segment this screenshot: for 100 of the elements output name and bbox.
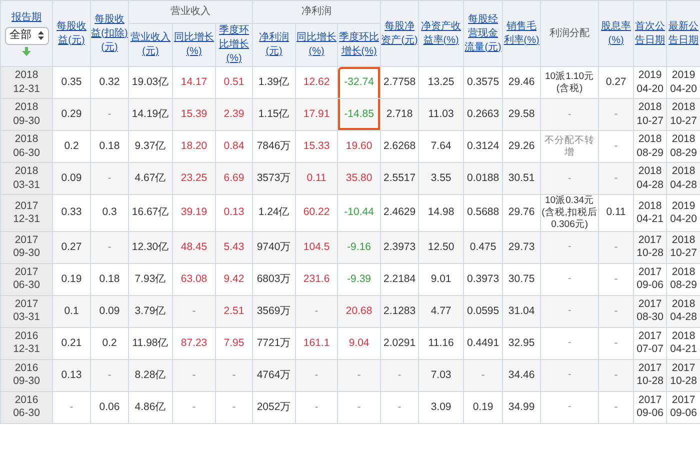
table-cell: 14.17 <box>172 66 216 98</box>
table-cell: 0.06 <box>90 391 128 424</box>
table-cell: 32.95 <box>502 327 541 360</box>
column-header[interactable]: 每股经营现金流量(元) <box>464 0 503 66</box>
table-cell: 0.13 <box>216 194 253 232</box>
table-cell: 0.51 <box>216 66 253 98</box>
column-header[interactable]: 每股净资产(元) <box>380 0 419 66</box>
table-cell: 0.33 <box>52 194 90 232</box>
table-cell: 2017 09-06 <box>666 391 700 424</box>
table-cell: - <box>598 327 634 360</box>
table-cell: 18.20 <box>172 130 216 162</box>
period-dropdown[interactable]: 全部 <box>4 27 48 45</box>
table-cell: 2018 10-27 <box>634 98 667 130</box>
column-header[interactable]: 股息率(%) <box>598 0 634 66</box>
table-cell: - <box>540 359 599 392</box>
table-cell: 3569万 <box>252 295 296 328</box>
column-header[interactable]: 净资产收益率(%) <box>418 0 464 66</box>
table-cell: - <box>90 162 128 194</box>
table-cell: 2.5517 <box>380 162 419 194</box>
column-header[interactable]: 每股收益(扣除)(元) <box>90 0 128 66</box>
table-cell: 4.86亿 <box>128 391 172 424</box>
table-cell: 0.13 <box>52 359 90 392</box>
table-cell: 2017 10-28 <box>634 231 667 264</box>
table-cell: - <box>380 391 419 424</box>
table-cell: 0.1 <box>52 295 90 328</box>
table-cell: 0.09 <box>90 295 128 328</box>
table-cell: 0.11 <box>296 162 338 194</box>
table-cell: 2018 08-29 <box>666 130 700 162</box>
sort-down-arrow-icon[interactable] <box>22 46 31 56</box>
table-cell: 39.19 <box>172 194 216 232</box>
period-sort-link[interactable]: 报告期 <box>12 11 42 26</box>
table-cell: 0.27 <box>598 66 634 98</box>
table-cell: 19.03亿 <box>128 66 172 98</box>
column-header[interactable]: 季度环比增长(%) <box>338 24 381 66</box>
table-cell: 11.03 <box>418 98 464 130</box>
table-cell: 2018 04-28 <box>666 295 700 328</box>
column-header[interactable]: 净利润(元) <box>252 24 296 66</box>
column-header[interactable]: 首次公告日期 <box>634 0 667 66</box>
table-cell: 2.0291 <box>380 327 419 360</box>
table-cell: 2019 04-20 <box>666 194 700 232</box>
table-cell: - <box>52 391 90 424</box>
table-cell: 2.39 <box>216 98 253 130</box>
table-cell: 1.39亿 <box>252 66 296 98</box>
table-cell: 9740万 <box>252 231 296 264</box>
table-cell: - <box>598 263 634 296</box>
column-header[interactable]: 销售毛利率(%) <box>502 0 541 66</box>
table-cell: 2018 10-27 <box>666 231 700 264</box>
table-cell: 2.4629 <box>380 194 419 232</box>
table-cell: - <box>598 231 634 264</box>
table-cell: 30.51 <box>502 162 541 194</box>
table-cell: - <box>540 162 599 194</box>
table-cell: 0.3 <box>90 194 128 232</box>
table-cell: 0.27 <box>52 231 90 264</box>
table-cell: - <box>540 231 599 264</box>
table-cell: 35.80 <box>338 162 381 194</box>
column-header[interactable]: 同比增长(%) <box>296 24 338 66</box>
table-cell: 6803万 <box>252 263 296 296</box>
table-cell: 1.24亿 <box>252 194 296 232</box>
table-cell: 2018 08-29 <box>666 263 700 296</box>
table-cell: 2.718 <box>380 98 419 130</box>
table-cell: 0.84 <box>216 130 253 162</box>
column-header[interactable]: 每股收益(元) <box>52 0 90 66</box>
table-cell: 29.26 <box>502 130 541 162</box>
table-cell: 不分配不转增 <box>540 130 599 162</box>
table-cell: 3573万 <box>252 162 296 194</box>
table-cell: -9.16 <box>338 231 381 264</box>
report-date-cell: 2016 09-30 <box>0 359 52 392</box>
table-cell: - <box>172 295 216 328</box>
table-cell: 16.67亿 <box>128 194 172 232</box>
table-cell: 11.98亿 <box>128 327 172 360</box>
table-cell: 2017 10-28 <box>634 359 667 392</box>
table-cell: 63.08 <box>172 263 216 296</box>
table-cell: 20.68 <box>338 295 381 328</box>
table-cell: -14.85 <box>338 98 381 130</box>
table-cell: 14.19亿 <box>128 98 172 130</box>
table-cell: 104.5 <box>296 231 338 264</box>
column-header[interactable]: 最新公告日期 <box>666 0 700 66</box>
column-header[interactable]: 营业收入(元) <box>128 24 172 66</box>
table-cell: - <box>172 359 216 392</box>
dropdown-arrows-icon <box>38 31 44 40</box>
table-cell: -32.74 <box>338 66 381 98</box>
table-cell: 2017 08-30 <box>634 295 667 328</box>
table-cell: 29.46 <box>502 66 541 98</box>
column-header[interactable]: 同比增长(%) <box>172 24 216 66</box>
table-cell: 2.51 <box>216 295 253 328</box>
table-cell: 5.43 <box>216 231 253 264</box>
table-cell: 0.475 <box>464 231 503 264</box>
table-cell: 2018 04-21 <box>666 327 700 360</box>
table-cell: 0.35 <box>52 66 90 98</box>
table-cell: 30.75 <box>502 263 541 296</box>
table-cell: - <box>338 391 381 424</box>
table-cell: 12.62 <box>296 66 338 98</box>
table-cell: 0.29 <box>52 98 90 130</box>
table-cell: - <box>598 295 634 328</box>
report-date-cell: 2017 12-31 <box>0 194 52 232</box>
column-header[interactable]: 季度环比增长(%) <box>216 24 253 66</box>
column-group-header: 净利润 <box>252 0 381 24</box>
table-cell: 6.69 <box>216 162 253 194</box>
table-cell: 2.1283 <box>380 295 419 328</box>
table-cell: 0.5688 <box>464 194 503 232</box>
